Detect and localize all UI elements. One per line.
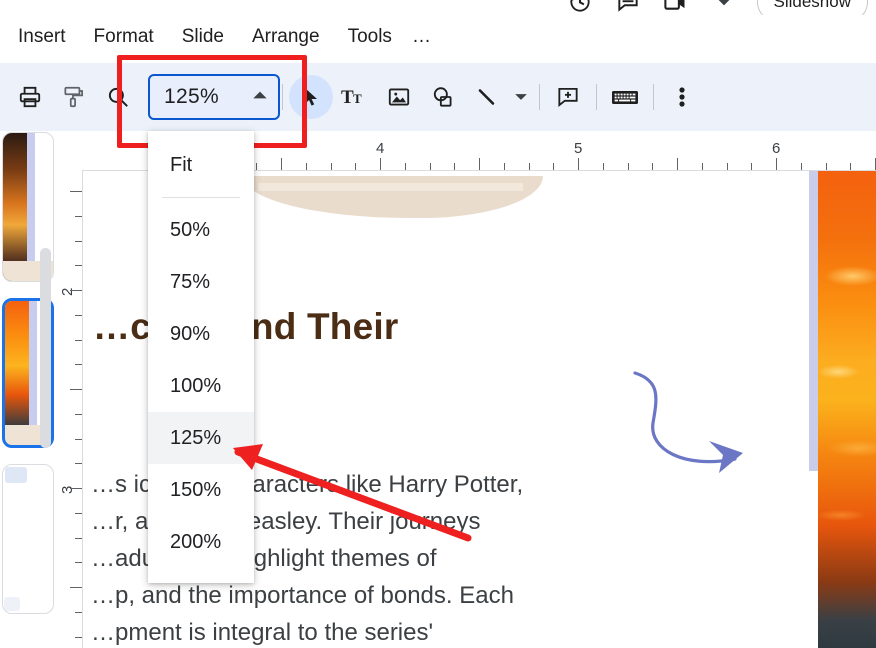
ruler-label-v: 3 bbox=[59, 485, 76, 494]
body-line-5: …pment is integral to the series' bbox=[91, 619, 434, 646]
ruler-tick bbox=[75, 537, 82, 539]
menu-divider bbox=[162, 197, 240, 198]
sunset-image[interactable] bbox=[818, 171, 876, 648]
menu-tools[interactable]: Tools bbox=[334, 23, 406, 51]
ruler-tick bbox=[553, 163, 555, 170]
slide-filmstrip[interactable] bbox=[0, 132, 56, 648]
ruler-tick bbox=[305, 163, 307, 170]
zoom-option-125[interactable]: 125% bbox=[148, 412, 254, 464]
ruler-tick bbox=[70, 191, 82, 192]
ruler-tick bbox=[429, 163, 431, 170]
ruler-tick bbox=[75, 562, 82, 564]
zoom-search-icon[interactable] bbox=[96, 75, 140, 119]
zoom-option-fit[interactable]: Fit bbox=[148, 139, 254, 191]
google-slides-window: Slideshow Insert Format Slide Arrange To… bbox=[0, 0, 876, 648]
ruler-label-v: 2 bbox=[59, 287, 76, 296]
ruler-tick bbox=[677, 158, 678, 170]
ruler-tick bbox=[75, 438, 82, 440]
main-toolbar: T T bbox=[0, 63, 876, 131]
ruler-tick bbox=[726, 163, 728, 170]
ruler-label-h: 6 bbox=[772, 140, 781, 157]
ruler-tick bbox=[70, 488, 82, 489]
zoom-option-200[interactable]: 200% bbox=[148, 516, 254, 568]
on-screen-keyboard-icon[interactable] bbox=[603, 75, 647, 119]
ruler-tick bbox=[355, 163, 357, 170]
more-options-icon[interactable] bbox=[660, 75, 704, 119]
top-app-bar: Slideshow bbox=[0, 0, 876, 22]
menu-bar: Insert Format Slide Arrange Tools … bbox=[0, 15, 876, 58]
toolbar-divider-4 bbox=[653, 84, 654, 110]
zoom-combobox[interactable]: 125% bbox=[148, 74, 280, 120]
line-options-chevron-down-icon[interactable] bbox=[509, 75, 533, 119]
ruler-tick bbox=[701, 163, 703, 170]
ruler-tick bbox=[479, 158, 480, 170]
ruler-tick bbox=[404, 163, 406, 170]
toolbar-divider bbox=[282, 84, 283, 110]
ruler-tick bbox=[70, 587, 82, 588]
ruler-tick bbox=[528, 163, 530, 170]
zoom-dropdown-menu[interactable]: Fit 50% 75% 90% 100% 125% 150% 200% bbox=[148, 131, 254, 583]
toolbar-divider-2 bbox=[539, 84, 540, 110]
ruler-tick bbox=[75, 463, 82, 465]
ruler-tick bbox=[454, 163, 456, 170]
ruler-tick bbox=[503, 163, 505, 170]
add-comment-icon[interactable] bbox=[546, 75, 590, 119]
select-cursor-icon[interactable] bbox=[289, 75, 333, 119]
ruler-tick bbox=[800, 163, 802, 170]
zoom-value: 125% bbox=[164, 85, 219, 108]
zoom-option-75[interactable]: 75% bbox=[148, 256, 254, 308]
ruler-tick bbox=[281, 158, 282, 170]
menu-overflow[interactable]: … bbox=[406, 23, 437, 51]
beige-decoration-bar bbox=[258, 183, 523, 191]
ruler-tick bbox=[75, 314, 82, 316]
ruler-label-h: 4 bbox=[376, 140, 385, 157]
ruler-tick bbox=[75, 240, 82, 242]
lavender-accent-bar bbox=[809, 171, 818, 471]
menu-format[interactable]: Format bbox=[80, 23, 168, 51]
ruler-tick bbox=[825, 163, 827, 170]
menu-insert[interactable]: Insert bbox=[4, 23, 80, 51]
svg-text:T: T bbox=[353, 91, 362, 106]
toolbar-divider-3 bbox=[596, 84, 597, 110]
ruler-tick bbox=[75, 339, 82, 341]
ruler-tick bbox=[75, 215, 82, 217]
zoom-option-50[interactable]: 50% bbox=[148, 204, 254, 256]
ruler-tick bbox=[380, 158, 381, 170]
text-box-icon[interactable]: T T bbox=[333, 75, 377, 119]
ruler-tick bbox=[75, 413, 82, 415]
ruler-tick bbox=[70, 290, 82, 291]
menu-arrange[interactable]: Arrange bbox=[238, 23, 334, 51]
ruler-tick bbox=[578, 158, 579, 170]
insert-image-icon[interactable] bbox=[377, 75, 421, 119]
ruler-tick bbox=[751, 163, 753, 170]
curved-arrow-decoration[interactable] bbox=[631, 371, 781, 486]
filmstrip-scrollbar[interactable] bbox=[40, 248, 51, 448]
ruler-tick bbox=[850, 163, 852, 170]
vertical-ruler: 23 bbox=[56, 170, 82, 648]
ruler-tick bbox=[75, 364, 82, 366]
ruler-tick bbox=[70, 389, 82, 390]
ruler-label-h: 5 bbox=[574, 140, 583, 157]
ruler-tick bbox=[627, 163, 629, 170]
zoom-option-100[interactable]: 100% bbox=[148, 360, 254, 412]
ruler-tick bbox=[75, 611, 82, 613]
line-icon[interactable] bbox=[465, 75, 509, 119]
ruler-tick bbox=[75, 636, 82, 638]
print-icon[interactable] bbox=[8, 75, 52, 119]
ruler-tick bbox=[776, 158, 777, 170]
ruler-tick bbox=[75, 265, 82, 267]
ruler-tick bbox=[75, 512, 82, 514]
chevron-up-icon[interactable] bbox=[252, 87, 268, 108]
ruler-tick bbox=[652, 163, 654, 170]
paint-format-icon[interactable] bbox=[52, 75, 96, 119]
menu-slide[interactable]: Slide bbox=[168, 23, 238, 51]
ruler-tick bbox=[330, 163, 332, 170]
shape-icon[interactable] bbox=[421, 75, 465, 119]
ruler-tick bbox=[256, 163, 258, 170]
ruler-tick bbox=[602, 163, 604, 170]
zoom-option-150[interactable]: 150% bbox=[148, 464, 254, 516]
zoom-option-90[interactable]: 90% bbox=[148, 308, 254, 360]
filmstrip-slide-3[interactable] bbox=[2, 464, 54, 614]
